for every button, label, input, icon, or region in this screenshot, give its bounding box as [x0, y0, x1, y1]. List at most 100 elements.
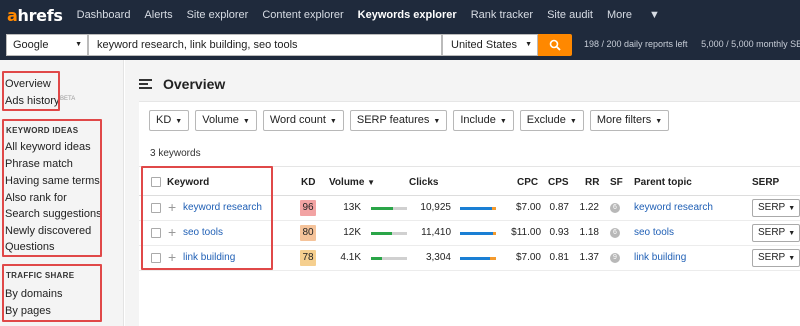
chevron-down-icon: ▼ [75, 41, 82, 48]
chevron-down-icon: ▼ [788, 205, 796, 212]
filter-kd[interactable]: KD ▼ [149, 110, 190, 131]
nav-content-explorer[interactable]: Content explorer [262, 9, 343, 21]
chevron-down-icon: ▼ [175, 118, 183, 125]
filter-include[interactable]: Include ▼ [453, 110, 514, 131]
page-title: Overview [163, 76, 226, 92]
chevron-down-icon: ▼ [649, 9, 660, 21]
col-cps[interactable]: CPS [548, 177, 569, 188]
cpc-value: $7.00 [515, 202, 541, 213]
clicks-bar [460, 257, 496, 260]
col-volume[interactable]: Volume ▼ [329, 177, 375, 188]
keyword-link[interactable]: link building [183, 252, 235, 263]
sidebar-item-by-domains[interactable]: By domains [5, 288, 62, 300]
nav-more[interactable]: More ▼ [607, 9, 674, 21]
add-icon[interactable]: + [168, 199, 176, 215]
filter-exclude[interactable]: Exclude ▼ [519, 110, 584, 131]
parent-topic-link[interactable]: keyword research [634, 202, 713, 213]
keyword-link[interactable]: keyword research [183, 202, 262, 213]
main-content: Overview KD ▼ Volume ▼ Word count ▼ SERP fe… [125, 60, 800, 326]
country-select[interactable]: United States ▼ [442, 34, 538, 56]
volume-bar [371, 232, 407, 235]
clicks-bar [460, 207, 496, 210]
cps-value: 0.81 [549, 252, 569, 263]
serp-button[interactable]: SERP ▼ [752, 249, 800, 267]
volume-value: 12K [343, 227, 361, 238]
col-parent-topic[interactable]: Parent topic [634, 177, 692, 188]
col-serp[interactable]: SERP [752, 177, 779, 188]
col-sf[interactable]: SF [610, 177, 623, 188]
keyword-link[interactable]: seo tools [183, 227, 223, 238]
volume-bar [371, 207, 407, 210]
filter-serp-features[interactable]: SERP features ▼ [349, 110, 448, 131]
parent-topic-link[interactable]: seo tools [634, 227, 674, 238]
nav-alerts[interactable]: Alerts [144, 9, 172, 21]
nav-rank-tracker[interactable]: Rank tracker [471, 9, 533, 21]
sidebar-item-by-pages[interactable]: By pages [5, 305, 51, 317]
cps-value: 0.93 [549, 227, 569, 238]
chevron-down-icon: ▼ [329, 118, 337, 125]
kd-badge: 78 [300, 250, 316, 266]
nav-links: Dashboard Alerts Site explorer Content e… [77, 9, 688, 21]
sidebar-item-phrase-match[interactable]: Phrase match [5, 158, 73, 170]
table-header: Keyword KD Volume ▼ Clicks CPC CPS RR SF… [139, 166, 800, 196]
nav-site-explorer[interactable]: Site explorer [187, 9, 249, 21]
sidebar-item-newly-discovered[interactable]: Newly discovered [5, 225, 91, 237]
search-engine-select[interactable]: Google ▼ [6, 34, 88, 56]
sidebar-item-having-same-terms[interactable]: Having same terms [5, 175, 100, 187]
filter-word-count[interactable]: Word count ▼ [262, 110, 344, 131]
parent-topic-link[interactable]: link building [634, 252, 686, 263]
table-row: + seo tools 80 12K 11,410 $11.00 0.93 1.… [139, 221, 800, 246]
row-checkbox[interactable] [151, 203, 161, 213]
serp-button[interactable]: SERP ▼ [752, 224, 800, 242]
chevron-down-icon: ▼ [655, 118, 663, 125]
row-checkbox[interactable] [151, 228, 161, 238]
add-icon[interactable]: + [168, 224, 176, 240]
row-checkbox[interactable] [151, 253, 161, 263]
rr-value: 1.22 [579, 202, 599, 213]
sidebar-item-search-suggestions[interactable]: Search suggestions [5, 208, 102, 220]
nav-keywords-explorer[interactable]: Keywords explorer [358, 9, 457, 21]
volume-bar [371, 257, 407, 260]
nav-dashboard[interactable]: Dashboard [77, 9, 131, 21]
col-clicks[interactable]: Clicks [409, 177, 438, 188]
sidebar-item-ads-history[interactable]: Ads history [5, 95, 59, 107]
usage-limits: 198 / 200 daily reports left 5,000 / 5,0… [584, 39, 800, 49]
rr-value: 1.18 [579, 227, 599, 238]
kd-badge: 96 [300, 200, 316, 216]
sidebar-item-questions[interactable]: Questions [5, 241, 55, 253]
ahrefs-logo[interactable]: ahrefs [7, 6, 63, 25]
serp-features-icon[interactable]: 6 [610, 228, 620, 238]
clicks-value: 10,925 [420, 202, 451, 213]
clicks-bar [460, 232, 496, 235]
serp-features-icon[interactable]: 6 [610, 203, 620, 213]
menu-icon[interactable] [139, 79, 152, 91]
col-keyword[interactable]: Keyword [167, 177, 209, 188]
clicks-value: 3,304 [425, 252, 451, 263]
col-cpc[interactable]: CPC [517, 177, 538, 188]
col-kd[interactable]: KD [301, 177, 315, 188]
serp-button[interactable]: SERP ▼ [752, 199, 800, 217]
cpc-value: $11.00 [511, 227, 541, 238]
top-nav: ahrefs Dashboard Alerts Site explorer Co… [0, 0, 800, 30]
beta-badge: BETA [60, 96, 76, 102]
col-rr[interactable]: RR [585, 177, 599, 188]
add-icon[interactable]: + [168, 249, 176, 265]
serp-features-icon[interactable]: 9 [610, 253, 620, 263]
search-input[interactable]: keyword research, link building, seo too… [88, 34, 442, 56]
volume-value: 4.1K [340, 252, 361, 263]
nav-site-audit[interactable]: Site audit [547, 9, 593, 21]
table-row: + link building 78 4.1K 3,304 $7.00 0.81… [139, 246, 800, 271]
table-row: + keyword research 96 13K 10,925 $7.00 0… [139, 196, 800, 221]
results-panel: KD ▼ Volume ▼ Word count ▼ SERP features ▼ I… [139, 101, 800, 326]
filter-more-filters[interactable]: More filters ▼ [589, 110, 670, 131]
filter-volume[interactable]: Volume ▼ [195, 110, 257, 131]
chevron-down-icon: ▼ [788, 255, 796, 262]
monthly-limit: 5,000 / 5,000 monthly SER [701, 39, 800, 49]
chevron-down-icon: ▼ [433, 118, 441, 125]
sidebar-item-overview[interactable]: Overview [5, 78, 51, 90]
sidebar-item-all-keyword-ideas[interactable]: All keyword ideas [5, 141, 91, 153]
search-button[interactable] [538, 34, 572, 56]
sidebar-item-also-rank-for[interactable]: Also rank for [5, 192, 67, 204]
select-all-checkbox[interactable] [151, 177, 161, 187]
clicks-value: 11,410 [421, 227, 451, 238]
